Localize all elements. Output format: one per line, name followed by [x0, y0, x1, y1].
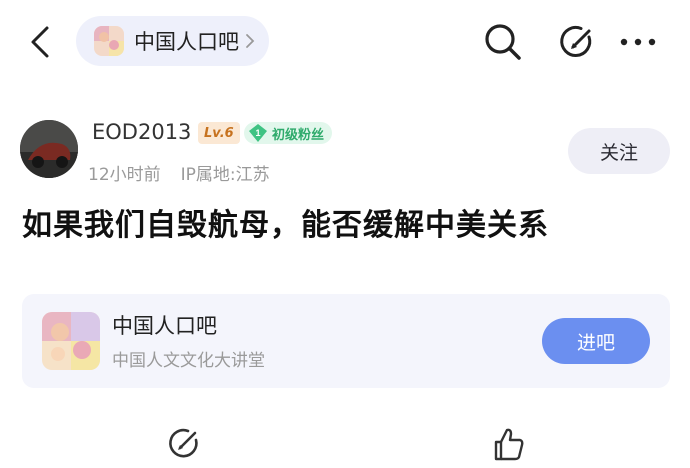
author-avatar[interactable]	[20, 120, 78, 178]
follow-button[interactable]: 关注	[568, 128, 670, 174]
diamond-icon: 1	[249, 124, 267, 142]
fan-title: 初级粉丝	[272, 127, 325, 143]
forum-avatar-icon	[94, 26, 124, 56]
chevron-right-icon	[245, 33, 255, 49]
author-name[interactable]: EOD2013	[92, 120, 191, 144]
fan-badge: 1 初级粉丝	[244, 122, 333, 144]
search-icon[interactable]	[481, 20, 525, 64]
fan-level-number: 1	[255, 128, 260, 138]
post-meta: 12小时前 IP属地:江苏	[88, 160, 270, 185]
post-time: 12小时前	[88, 165, 161, 185]
forum-chip-label: 中国人口吧	[134, 30, 239, 54]
forum-chip[interactable]: 中国人口吧	[76, 16, 269, 66]
comment-edit-icon[interactable]	[164, 424, 204, 464]
forum-card-avatar	[42, 312, 100, 370]
forum-card-name: 中国人口吧	[112, 314, 217, 338]
edit-icon[interactable]	[556, 20, 600, 64]
back-arrow-icon[interactable]	[22, 22, 58, 62]
post-title: 如果我们自毁航母，能否缓解中美关系	[22, 208, 549, 243]
level-badge: Lv.6	[198, 122, 240, 144]
enter-forum-button[interactable]: 进吧	[542, 318, 650, 364]
ip-location: IP属地:江苏	[180, 165, 270, 185]
thumbs-up-icon[interactable]	[488, 424, 528, 464]
forum-card[interactable]: 中国人口吧 中国人文文化大讲堂 进吧	[22, 294, 670, 388]
forum-card-description: 中国人文文化大讲堂	[112, 351, 265, 371]
more-icon[interactable]	[616, 20, 660, 64]
top-bar: 中国人口吧	[0, 0, 690, 84]
